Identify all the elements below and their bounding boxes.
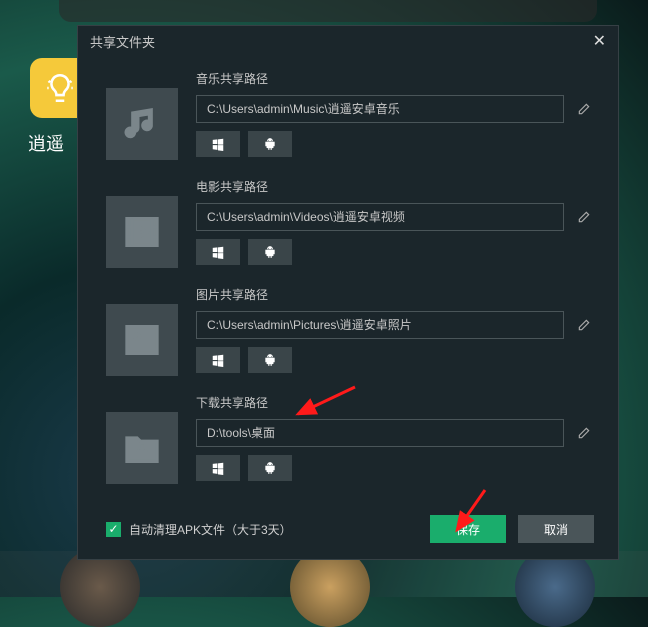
windows-button[interactable]	[196, 131, 240, 157]
share-folder-dialog: 共享文件夹 ✕ 音乐共享路径 C:\Users\admin\Music\逍遥安卓…	[77, 25, 619, 560]
dialog-title: 共享文件夹	[90, 32, 155, 51]
picture-path-input[interactable]: C:\Users\admin\Pictures\逍遥安卓照片	[196, 311, 564, 339]
save-button[interactable]: 保存	[430, 515, 506, 543]
download-path-input[interactable]: D:\tools\桌面	[196, 419, 564, 447]
picture-section: 图片共享路径 C:\Users\admin\Pictures\逍遥安卓照片	[106, 286, 594, 376]
android-button[interactable]	[248, 131, 292, 157]
music-section: 音乐共享路径 C:\Users\admin\Music\逍遥安卓音乐	[106, 70, 594, 160]
download-icon	[106, 412, 178, 484]
music-path-input[interactable]: C:\Users\admin\Music\逍遥安卓音乐	[196, 95, 564, 123]
android-button[interactable]	[248, 239, 292, 265]
download-label: 下载共享路径	[196, 394, 594, 411]
android-button[interactable]	[248, 347, 292, 373]
dialog-body: 音乐共享路径 C:\Users\admin\Music\逍遥安卓音乐	[78, 56, 618, 499]
close-icon[interactable]: ✕	[593, 31, 606, 51]
windows-button[interactable]	[196, 455, 240, 481]
edit-icon[interactable]	[574, 207, 594, 227]
windows-button[interactable]	[196, 347, 240, 373]
video-label: 电影共享路径	[196, 178, 594, 195]
video-icon	[106, 196, 178, 268]
checkbox-checked-icon: ✓	[106, 522, 121, 537]
edit-icon[interactable]	[574, 423, 594, 443]
video-path-input[interactable]: C:\Users\admin\Videos\逍遥安卓视频	[196, 203, 564, 231]
dialog-header: 共享文件夹 ✕	[78, 26, 618, 56]
background-app-label: 逍遥	[28, 130, 64, 156]
picture-label: 图片共享路径	[196, 286, 594, 303]
edit-icon[interactable]	[574, 315, 594, 335]
video-section: 电影共享路径 C:\Users\admin\Videos\逍遥安卓视频	[106, 178, 594, 268]
music-label: 音乐共享路径	[196, 70, 594, 87]
auto-clean-label: 自动清理APK文件（大于3天）	[129, 521, 292, 538]
lightbulb-icon	[43, 71, 77, 105]
android-button[interactable]	[248, 455, 292, 481]
auto-clean-checkbox[interactable]: ✓ 自动清理APK文件（大于3天）	[106, 521, 292, 538]
picture-icon	[106, 304, 178, 376]
edit-icon[interactable]	[574, 99, 594, 119]
dialog-footer: ✓ 自动清理APK文件（大于3天） 保存 取消	[78, 499, 618, 559]
music-icon	[106, 88, 178, 160]
download-section: 下载共享路径 D:\tools\桌面	[106, 394, 594, 484]
windows-button[interactable]	[196, 239, 240, 265]
cancel-button[interactable]: 取消	[518, 515, 594, 543]
background-search-bar	[59, 0, 597, 22]
